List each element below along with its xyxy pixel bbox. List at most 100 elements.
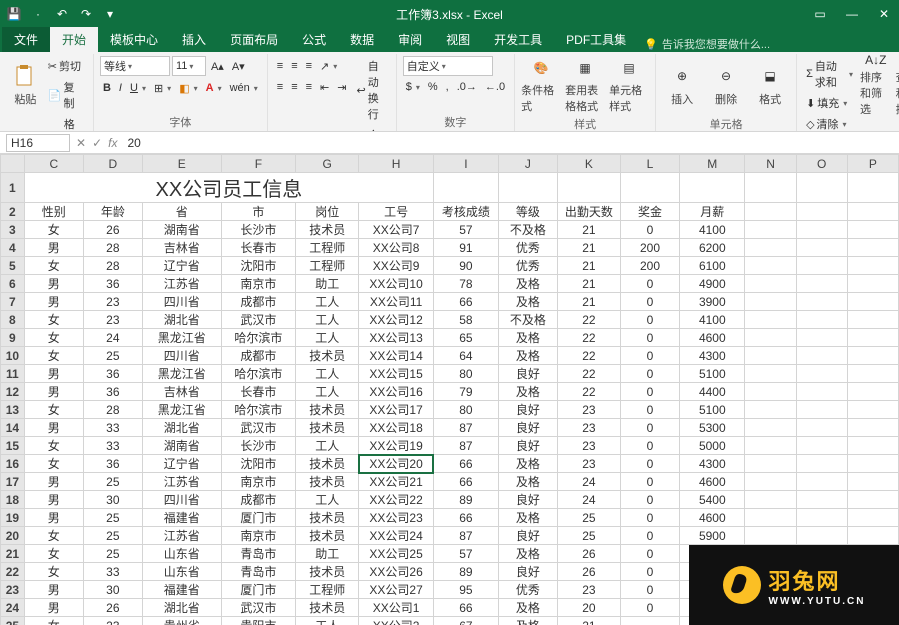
ribbon-options-icon[interactable]: ▭	[805, 2, 835, 26]
cell-G4[interactable]: 工程师	[296, 239, 359, 257]
cell-O3[interactable]	[796, 221, 847, 239]
cell-H24[interactable]: XX公司1	[359, 599, 434, 617]
cell-O18[interactable]	[796, 491, 847, 509]
cell-G23[interactable]: 工程师	[296, 581, 359, 599]
font-color-button[interactable]: A▾	[203, 80, 225, 96]
align-top-button[interactable]: ≡	[274, 58, 286, 74]
cell-J6[interactable]: 及格	[498, 275, 557, 293]
col-header-N[interactable]: N	[745, 155, 796, 173]
cell-F18[interactable]: 成都市	[221, 491, 296, 509]
conditional-format-button[interactable]: 🎨条件格式	[521, 56, 561, 114]
format-table-button[interactable]: ▦套用表格格式	[565, 56, 605, 114]
cell-O12[interactable]	[796, 383, 847, 401]
cell-N14[interactable]	[745, 419, 796, 437]
tab-review[interactable]: 审阅	[386, 27, 434, 52]
cell-N11[interactable]	[745, 365, 796, 383]
cell-K3[interactable]: 21	[557, 221, 620, 239]
border-button[interactable]: ⊞▾	[151, 80, 174, 97]
cell-O9[interactable]	[796, 329, 847, 347]
cell-O7[interactable]	[796, 293, 847, 311]
cell-O20[interactable]	[796, 527, 847, 545]
cell-I14[interactable]: 87	[433, 419, 498, 437]
cell-I20[interactable]: 87	[433, 527, 498, 545]
font-name-dropdown[interactable]: 等线▾	[100, 56, 170, 76]
cell-N7[interactable]	[745, 293, 796, 311]
cell-F5[interactable]: 沈阳市	[221, 257, 296, 275]
fill-color-button[interactable]: ◧▾	[176, 80, 200, 97]
row-header-16[interactable]: 16	[1, 455, 25, 473]
cell-L15[interactable]: 0	[620, 437, 679, 455]
row-header-24[interactable]: 24	[1, 599, 25, 617]
cell-G10[interactable]: 技术员	[296, 347, 359, 365]
header-cell[interactable]: 出勤天数	[557, 203, 620, 221]
cell-J15[interactable]: 良好	[498, 437, 557, 455]
cell-C20[interactable]: 女	[24, 527, 83, 545]
cell-L8[interactable]: 0	[620, 311, 679, 329]
cell-E4[interactable]: 吉林省	[142, 239, 221, 257]
cell-K4[interactable]: 21	[557, 239, 620, 257]
row-header-2[interactable]: 2	[1, 203, 25, 221]
row-header-1[interactable]: 1	[1, 173, 25, 203]
cell-D5[interactable]: 28	[83, 257, 142, 275]
cell-F6[interactable]: 南京市	[221, 275, 296, 293]
cell-P4[interactable]	[847, 239, 898, 257]
cell-C7[interactable]: 男	[24, 293, 83, 311]
increase-decimal-button[interactable]: .0→	[454, 79, 480, 95]
cell[interactable]	[847, 203, 898, 221]
cell-F21[interactable]: 青岛市	[221, 545, 296, 563]
cell[interactable]	[847, 173, 898, 203]
cell-D21[interactable]: 25	[83, 545, 142, 563]
cell-H23[interactable]: XX公司27	[359, 581, 434, 599]
cell-H17[interactable]: XX公司21	[359, 473, 434, 491]
cell-D15[interactable]: 33	[83, 437, 142, 455]
cell-L4[interactable]: 200	[620, 239, 679, 257]
cell-I22[interactable]: 89	[433, 563, 498, 581]
cell-C13[interactable]: 女	[24, 401, 83, 419]
cell-J16[interactable]: 及格	[498, 455, 557, 473]
fill-button[interactable]: ⬇填充▾	[803, 93, 856, 113]
cell-L9[interactable]: 0	[620, 329, 679, 347]
cell-C4[interactable]: 男	[24, 239, 83, 257]
row-header-15[interactable]: 15	[1, 437, 25, 455]
cancel-edit-icon[interactable]: ✕	[76, 136, 86, 150]
cell-O16[interactable]	[796, 455, 847, 473]
cell-N17[interactable]	[745, 473, 796, 491]
tab-developer[interactable]: 开发工具	[482, 27, 554, 52]
col-header-M[interactable]: M	[680, 155, 745, 173]
cell-H9[interactable]: XX公司13	[359, 329, 434, 347]
cell-J18[interactable]: 良好	[498, 491, 557, 509]
cell-F10[interactable]: 成都市	[221, 347, 296, 365]
cell-K10[interactable]: 22	[557, 347, 620, 365]
cell-G9[interactable]: 工人	[296, 329, 359, 347]
row-header-23[interactable]: 23	[1, 581, 25, 599]
comma-button[interactable]: ,	[443, 79, 452, 95]
cell-E3[interactable]: 湖南省	[142, 221, 221, 239]
header-cell[interactable]: 年龄	[83, 203, 142, 221]
col-header-P[interactable]: P	[847, 155, 898, 173]
cell-G12[interactable]: 工人	[296, 383, 359, 401]
tab-formulas[interactable]: 公式	[290, 27, 338, 52]
cell-K8[interactable]: 22	[557, 311, 620, 329]
cell-F24[interactable]: 武汉市	[221, 599, 296, 617]
cell-C21[interactable]: 女	[24, 545, 83, 563]
cell-H5[interactable]: XX公司9	[359, 257, 434, 275]
cell[interactable]	[557, 173, 620, 203]
cell-styles-button[interactable]: ▤单元格样式	[609, 56, 649, 114]
cell-D12[interactable]: 36	[83, 383, 142, 401]
tab-data[interactable]: 数据	[338, 27, 386, 52]
cell-M6[interactable]: 4900	[680, 275, 745, 293]
cell-J8[interactable]: 不及格	[498, 311, 557, 329]
cell-F3[interactable]: 长沙市	[221, 221, 296, 239]
cell-G18[interactable]: 工人	[296, 491, 359, 509]
cell-I5[interactable]: 90	[433, 257, 498, 275]
cell-K25[interactable]: 21	[557, 617, 620, 625]
col-header-G[interactable]: G	[296, 155, 359, 173]
cell-I12[interactable]: 79	[433, 383, 498, 401]
cell-C12[interactable]: 男	[24, 383, 83, 401]
row-header-25[interactable]: 25	[1, 617, 25, 625]
cell-H14[interactable]: XX公司18	[359, 419, 434, 437]
cell[interactable]	[796, 203, 847, 221]
cell-C18[interactable]: 男	[24, 491, 83, 509]
cell-G17[interactable]: 技术员	[296, 473, 359, 491]
cell-C9[interactable]: 女	[24, 329, 83, 347]
